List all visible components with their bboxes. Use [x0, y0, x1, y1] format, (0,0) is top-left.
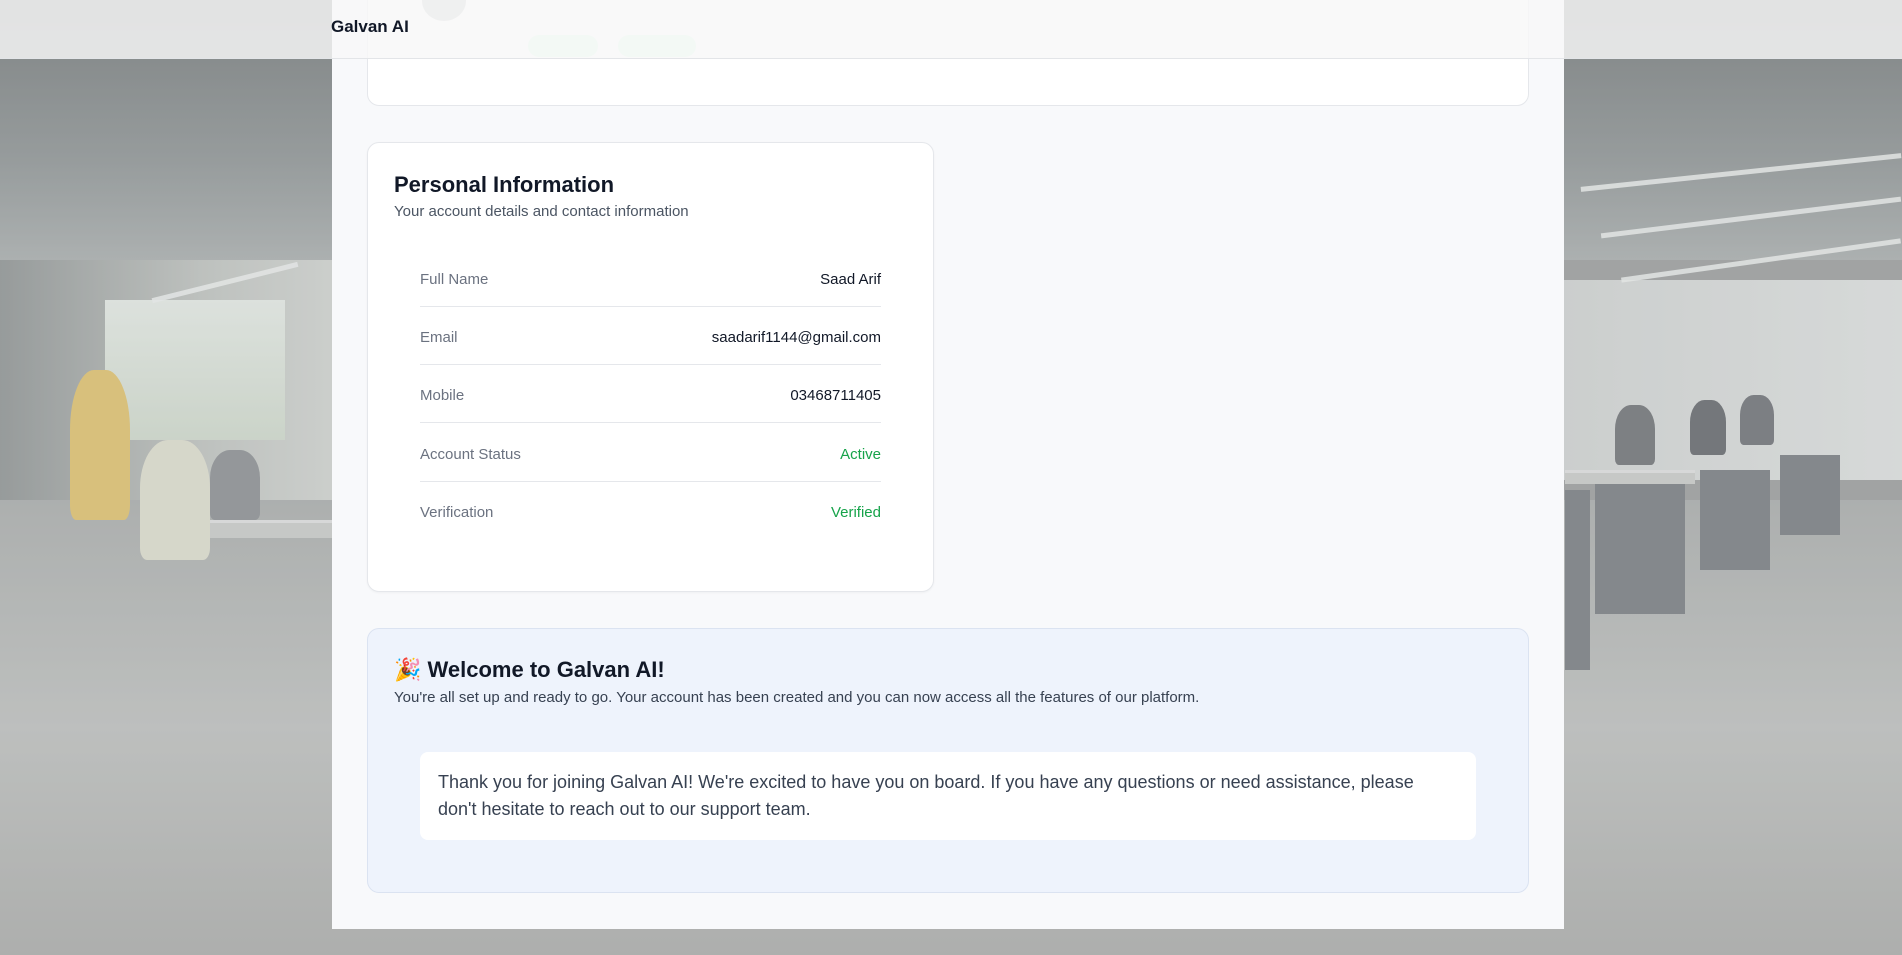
- info-value: saadarif1144@gmail.com: [711, 329, 881, 346]
- info-label: Mobile: [420, 387, 465, 404]
- info-row-verification: Verification Verified: [420, 482, 881, 540]
- welcome-message-box: Thank you for joining Galvan AI! We're e…: [420, 752, 1476, 840]
- party-popper-icon: 🎉: [394, 657, 422, 682]
- info-row-mobile: Mobile 03468711405: [420, 365, 881, 423]
- verification-badge: Verified: [830, 504, 881, 521]
- card-title: Personal Information: [394, 172, 615, 197]
- brand-logo-text[interactable]: Galvan AI: [331, 17, 409, 37]
- welcome-title-text: Welcome to Galvan AI!: [427, 657, 665, 682]
- info-value: Saad Arif: [820, 271, 881, 288]
- status-badge: Active: [840, 446, 881, 463]
- main-content: Personal Information Your account detail…: [332, 0, 1564, 929]
- card-subtitle: Your account details and contact informa…: [394, 203, 689, 220]
- info-value: 03468711405: [790, 387, 881, 404]
- welcome-message: Thank you for joining Galvan AI! We're e…: [438, 772, 1414, 819]
- personal-information-card: Personal Information Your account detail…: [367, 142, 934, 592]
- welcome-subtitle: You're all set up and ready to go. Your …: [394, 689, 1200, 706]
- info-label: Email: [420, 329, 458, 346]
- info-label: Account Status: [420, 446, 521, 463]
- info-row-full-name: Full Name Saad Arif: [420, 249, 881, 307]
- info-row-email: Email saadarif1144@gmail.com: [420, 307, 881, 365]
- info-label: Full Name: [420, 271, 489, 288]
- top-navbar: Galvan AI: [0, 0, 1902, 59]
- welcome-title: 🎉 Welcome to Galvan AI!: [394, 657, 665, 683]
- info-label: Verification: [420, 504, 494, 521]
- welcome-card: 🎉 Welcome to Galvan AI! You're all set u…: [367, 628, 1529, 893]
- info-row-account-status: Account Status Active: [420, 424, 881, 482]
